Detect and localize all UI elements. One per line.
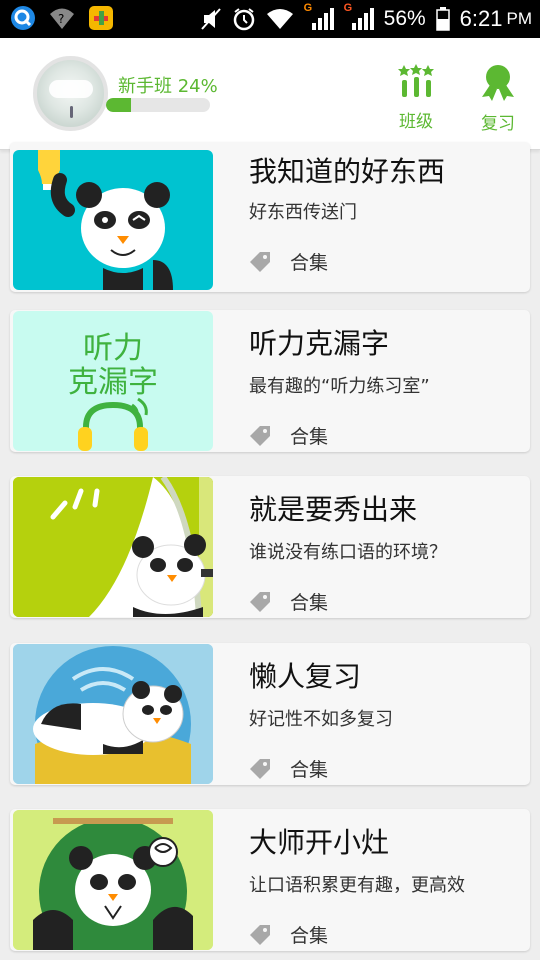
battery-percent: 56% [383,7,426,30]
card-thumbnail: 听力 克漏字 [13,311,213,451]
panda-curtain-illustration [13,477,213,617]
signal-1-icon: G [304,2,334,32]
card-subtitle: 最有趣的“听力练习室” [249,376,430,397]
card-thumbnail [13,644,213,784]
medal-icon [482,65,514,101]
review-button[interactable]: 复习 [468,63,528,134]
level-progress-fill [106,98,131,112]
wifi-icon [266,9,293,29]
list-item[interactable]: 大师开小灶 让口语积累更有趣，更高效 合集 [10,809,530,951]
avatar[interactable] [33,56,108,131]
card-subtitle: 谁说没有练口语的环境？ [249,542,447,563]
tag-icon [250,925,270,945]
level-label: 新手班 24% [118,76,218,97]
card-subtitle: 好记性不如多复习 [249,709,393,730]
card-thumbnail [13,150,213,290]
app-header: 新手班 24% 班级 复习 [0,38,540,150]
tag-icon [250,592,270,612]
card-thumbnail [13,810,213,950]
list-item[interactable]: 我知道的好东西 好东西传送门 合集 [10,142,530,292]
signal-2-icon: G [344,2,374,32]
game-app-icon [89,6,113,30]
card-title: 听力克漏字 [249,327,390,360]
class-button-label: 班级 [399,112,433,132]
lazy-panda-illustration [13,644,213,784]
alarm-icon [233,8,254,31]
mute-icon [200,8,221,30]
card-subtitle: 好东西传送门 [249,202,357,223]
card-tag: 合集 [290,759,329,781]
list-item[interactable]: 懒人复习 好记性不如多复习 合集 [10,643,530,785]
review-button-label: 复习 [481,114,515,134]
thumb-text-line2: 克漏字 [68,365,158,400]
class-icon [398,64,434,97]
list-item[interactable]: 听力 克漏字 听力克漏字 最有趣的“听力练习室” 合集 [10,310,530,452]
panda-lightbulb-illustration [38,150,173,290]
card-tag: 合集 [290,426,329,448]
avatar-figure [70,106,73,118]
card-tag: 合集 [290,252,329,274]
clock-time: 6:21 [459,6,503,31]
card-thumbnail [13,477,213,617]
wifi-question-icon: ? [50,8,74,29]
card-tag: 合集 [290,925,329,947]
headphones-icon [78,397,148,451]
avatar-cloud [49,80,93,98]
card-tag: 合集 [290,592,329,614]
svg-text:?: ? [58,12,64,26]
tag-icon [250,759,270,779]
list-item[interactable]: 就是要秀出来 谁说没有练口语的环境？ 合集 [10,476,530,618]
level-progress-bar [106,98,210,112]
battery-icon [435,7,450,31]
card-subtitle: 让口语积累更有趣，更高效 [249,875,465,896]
browser-q-icon [11,6,35,30]
class-button[interactable]: 班级 [386,63,446,132]
card-title: 就是要秀出来 [249,493,418,526]
status-bar: ? G G 56% 6:21 PM [0,0,540,38]
master-panda-illustration [13,810,213,950]
tag-icon [250,252,270,272]
card-title: 大师开小灶 [249,826,390,859]
card-title: 懒人复习 [249,660,362,693]
card-title: 我知道的好东西 [249,155,446,188]
clock-ampm: PM [506,9,533,28]
tag-icon [250,426,270,446]
